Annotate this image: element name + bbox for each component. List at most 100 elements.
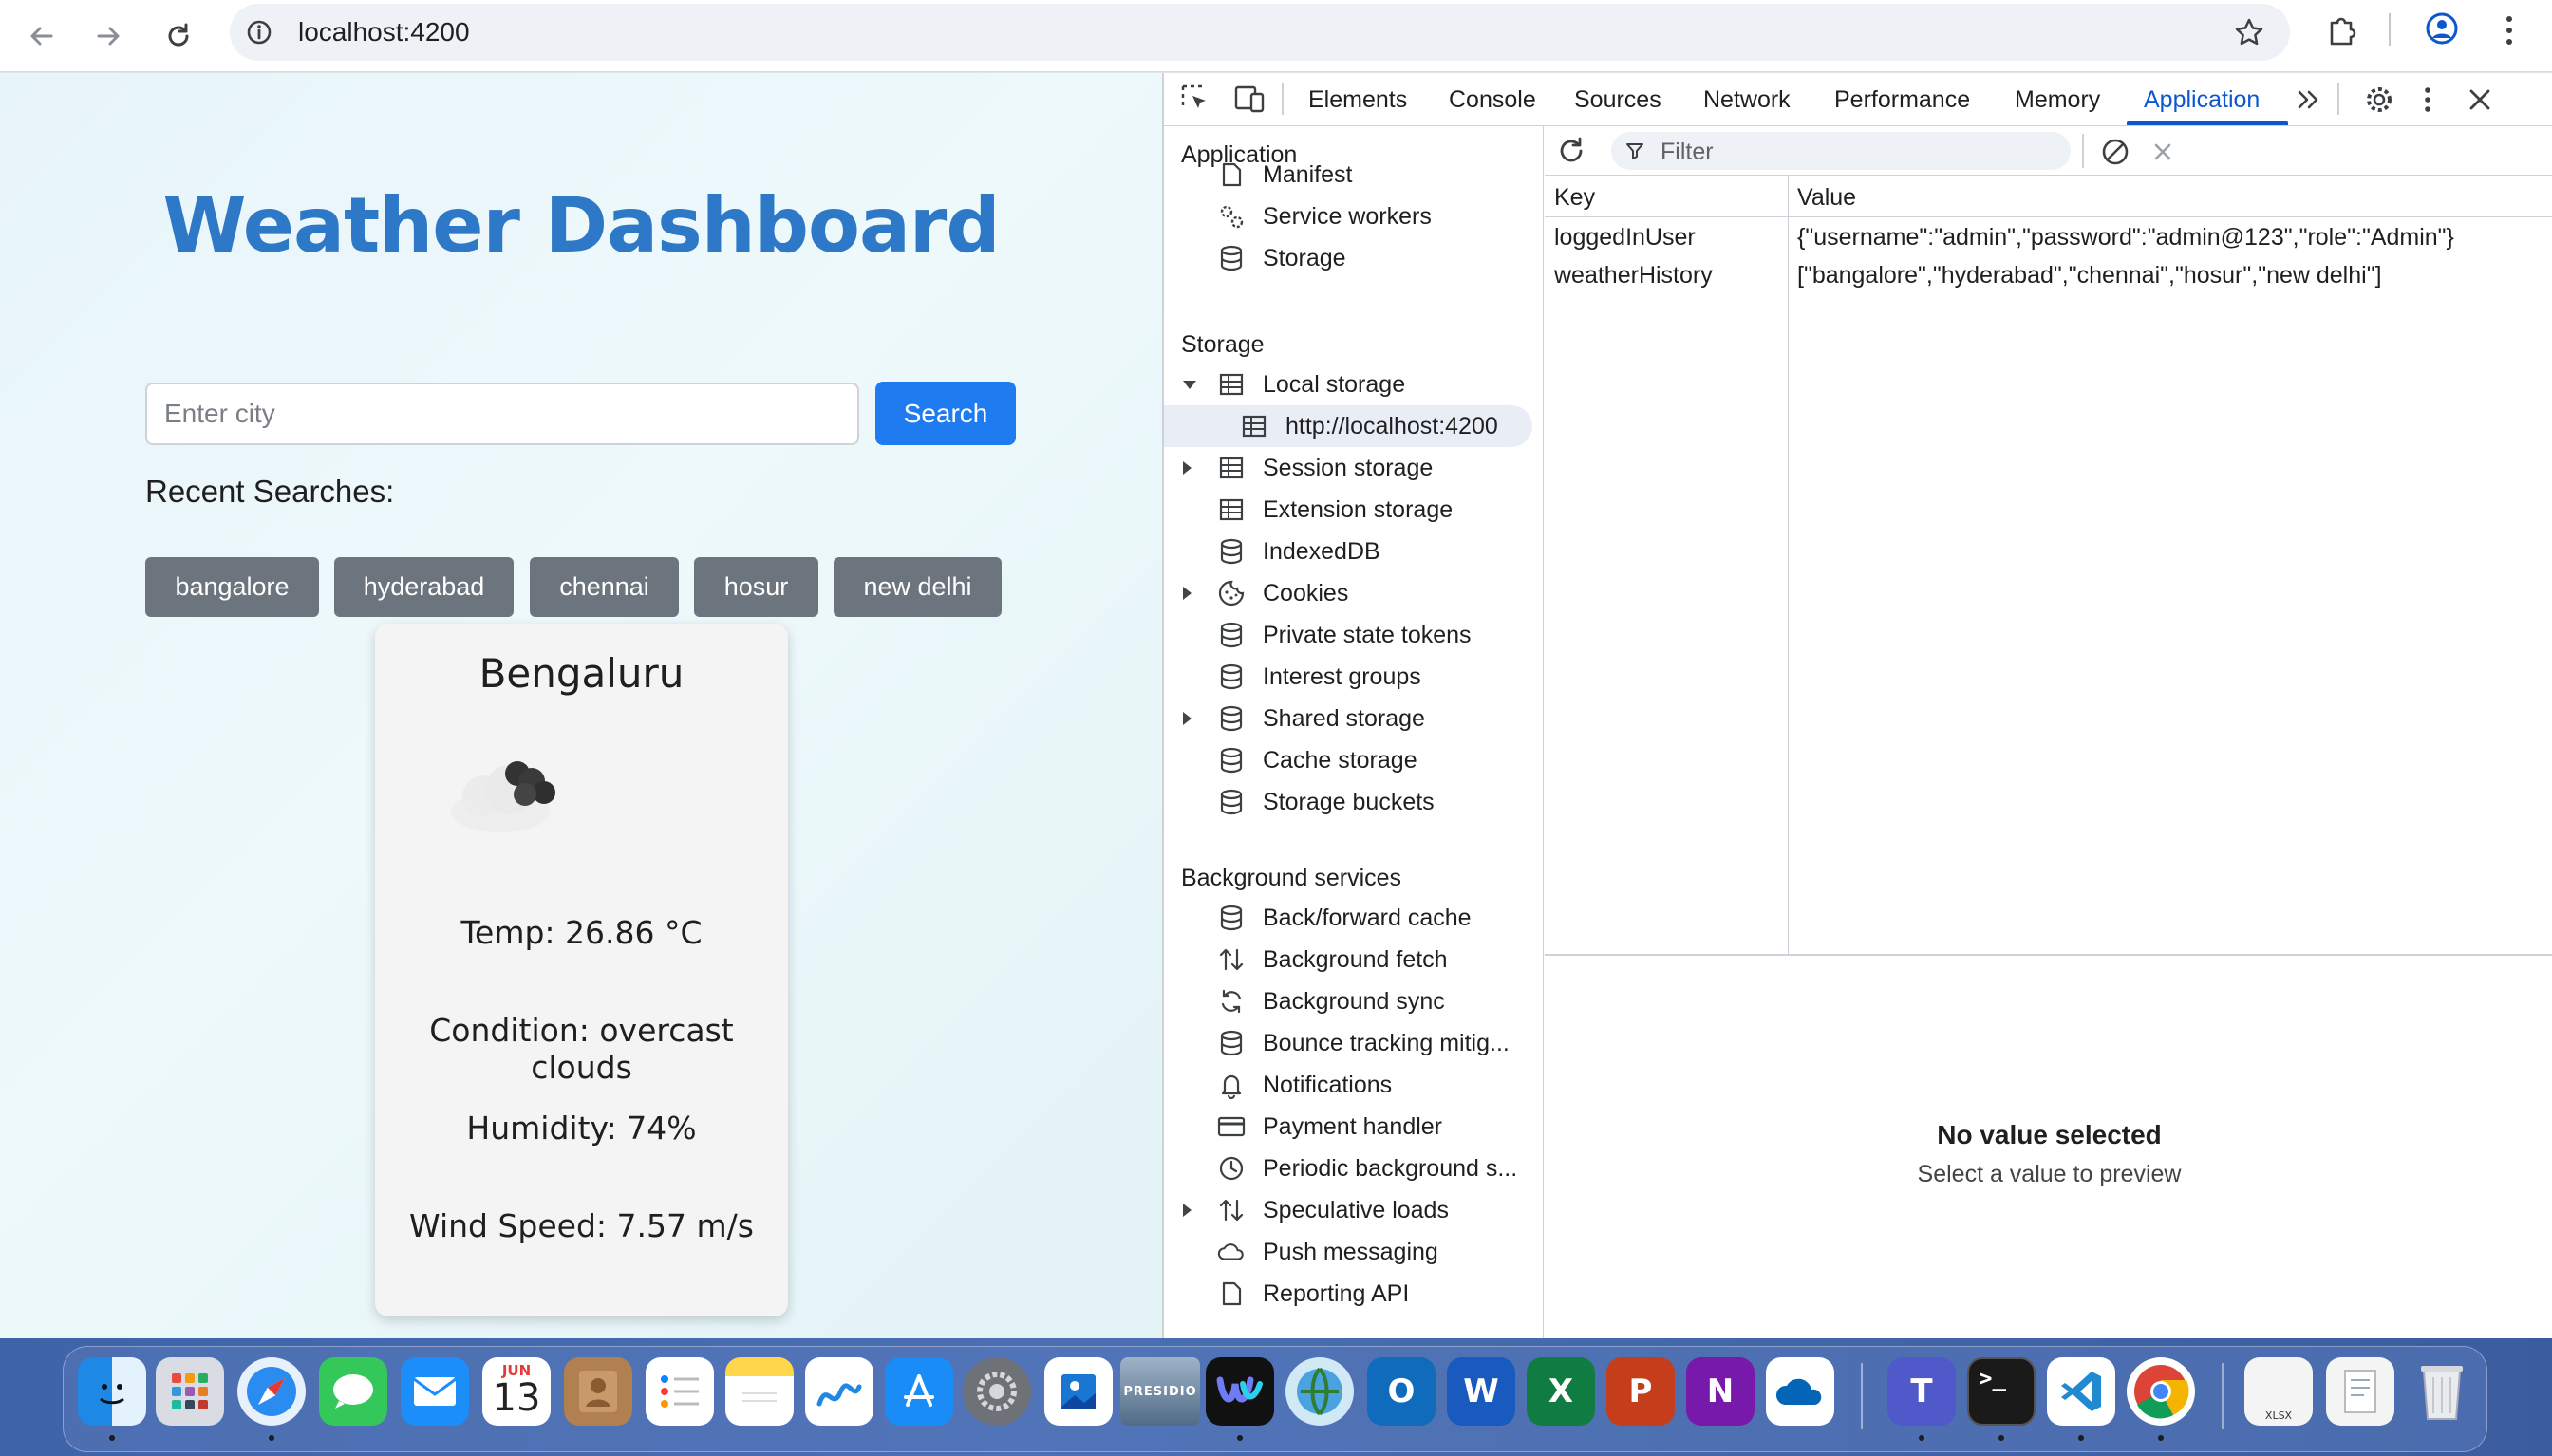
sidebar-item-shared-storage[interactable]: Shared storage [1164,698,1544,739]
table-row[interactable]: weatherHistory ["bangalore","hyderabad",… [1545,255,2552,293]
sidebar-item-background-sync[interactable]: Background sync [1164,980,1544,1022]
tab-performance[interactable]: Performance [1834,86,1970,114]
clear-all-block-icon[interactable] [2099,136,2131,168]
reload-button[interactable] [150,8,207,65]
terminal-icon[interactable]: >_ [1967,1357,2036,1426]
chrome-icon[interactable] [2127,1357,2195,1426]
webex-icon[interactable] [1206,1357,1274,1426]
tab-network[interactable]: Network [1703,86,1791,114]
expanded-arrow-icon[interactable] [1183,380,1196,389]
sidebar-item-extension-storage[interactable]: Extension storage [1164,489,1544,531]
sidebar-item-back-forward-cache[interactable]: Back/forward cache [1164,897,1544,939]
tab-console[interactable]: Console [1449,86,1536,114]
sidebar-item-storage-overview[interactable]: Storage [1164,237,1544,279]
device-toolbar-icon[interactable] [1232,83,1267,115]
filter-funnel-icon [1626,143,1643,159]
tab-divider-2 [2337,83,2339,115]
freeform-icon[interactable] [805,1357,873,1426]
recent-search-chip-new-delhi[interactable]: new delhi [834,557,1002,617]
profile-avatar-icon[interactable] [2423,9,2461,47]
inspect-element-icon[interactable] [1179,83,1211,115]
system-settings-icon[interactable] [963,1357,1031,1426]
document-stack-icon[interactable] [2326,1357,2394,1426]
messages-icon[interactable] [319,1357,387,1426]
reminders-icon[interactable] [646,1357,714,1426]
url-text: localhost:4200 [298,17,470,47]
word-icon[interactable]: W [1447,1357,1515,1426]
tab-sources[interactable]: Sources [1574,86,1661,114]
mail-icon[interactable] [401,1357,469,1426]
column-header-value[interactable]: Value [1797,184,1856,212]
collapsed-arrow-icon[interactable] [1183,1204,1192,1217]
sidebar-item-push-messaging[interactable]: Push messaging [1164,1231,1544,1273]
sidebar-item-private-state-tokens[interactable]: Private state tokens [1164,614,1544,656]
recent-search-chip-chennai[interactable]: chennai [530,557,679,617]
collapsed-arrow-icon[interactable] [1183,587,1192,600]
tab-application[interactable]: Application [2144,86,2260,114]
network-globe-icon[interactable] [1285,1357,1354,1426]
up-down-arrows-icon [1217,945,1246,974]
devtools-menu-kebab-icon[interactable] [2413,83,2442,117]
preview-app-icon[interactable] [1044,1357,1113,1426]
sidebar-item-notifications[interactable]: Notifications [1164,1064,1544,1106]
sidebar-item-background-fetch[interactable]: Background fetch [1164,939,1544,980]
sidebar-item-indexeddb[interactable]: IndexedDB [1164,531,1544,572]
launchpad-icon[interactable] [156,1357,224,1426]
sidebar-item-cookies[interactable]: Cookies [1164,572,1544,614]
forward-button[interactable] [80,8,137,65]
sidebar-item-session-storage[interactable]: Session storage [1164,447,1544,489]
finder-icon[interactable] [78,1357,146,1426]
sidebar-item-local-storage[interactable]: Local storage [1164,364,1544,405]
recent-search-chip-hosur[interactable]: hosur [694,557,818,617]
powerpoint-icon[interactable]: P [1606,1357,1675,1426]
excel-icon[interactable]: X [1527,1357,1595,1426]
refresh-icon[interactable] [1554,134,1588,168]
sidebar-item-bounce-tracking[interactable]: Bounce tracking mitig... [1164,1022,1544,1064]
bookmark-star-icon[interactable] [2233,16,2265,48]
devtools-settings-gear-icon[interactable] [2362,83,2396,117]
onedrive-icon[interactable] [1766,1357,1834,1426]
column-header-key[interactable]: Key [1554,184,1595,212]
app-store-icon[interactable] [885,1357,953,1426]
sidebar-item-payment-handler[interactable]: Payment handler [1164,1106,1544,1148]
sidebar-item-storage-buckets[interactable]: Storage buckets [1164,781,1544,823]
contacts-icon[interactable] [564,1357,632,1426]
safari-icon[interactable] [237,1357,306,1426]
sidebar-item-speculative-loads[interactable]: Speculative loads [1164,1189,1544,1231]
sidebar-item-interest-groups[interactable]: Interest groups [1164,656,1544,698]
tab-memory[interactable]: Memory [2015,86,2100,114]
table-row[interactable]: loggedInUser {"username":"admin","passwo… [1545,217,2552,255]
more-tabs-chevron-icon[interactable] [2294,86,2324,113]
xlsx-document-icon[interactable]: XLSX [2244,1357,2313,1426]
search-button[interactable]: Search [875,382,1016,445]
extensions-puzzle-icon[interactable] [2322,11,2360,49]
trash-icon[interactable] [2408,1357,2476,1426]
recent-search-chip-hyderabad[interactable]: hyderabad [334,557,514,617]
collapsed-arrow-icon[interactable] [1183,461,1192,475]
recent-search-chip-bangalore[interactable]: bangalore [145,557,319,617]
notes-icon[interactable] [725,1357,794,1426]
filter-input[interactable]: Filter [1611,132,2071,170]
sidebar-item-service-workers[interactable]: Service workers [1164,196,1544,237]
calendar-icon[interactable]: JUN 13 [482,1357,551,1426]
close-devtools-icon[interactable] [2463,83,2497,117]
outlook-icon[interactable]: O [1367,1357,1436,1426]
presidio-icon[interactable]: PRESIDIO [1120,1357,1200,1426]
sidebar-item-cache-storage[interactable]: Cache storage [1164,739,1544,781]
browser-menu-kebab-icon[interactable] [2495,11,2524,49]
site-info-icon[interactable] [245,18,273,47]
teams-icon[interactable]: T [1887,1357,1956,1426]
city-search-input[interactable] [145,383,859,445]
onenote-icon[interactable]: N [1686,1357,1754,1426]
sidebar-item-reporting-api[interactable]: Reporting API [1164,1273,1544,1315]
delete-selected-x-icon[interactable] [2149,138,2177,166]
back-button[interactable] [13,8,70,65]
tab-elements[interactable]: Elements [1308,86,1407,114]
collapsed-arrow-icon[interactable] [1183,712,1192,725]
vscode-icon[interactable] [2047,1357,2115,1426]
sidebar-item-manifest[interactable]: Manifest [1164,154,1544,196]
sidebar-item-periodic-background-sync[interactable]: Periodic background s... [1164,1148,1544,1189]
sidebar-item-localhost-origin[interactable]: http://localhost:4200 [1164,405,1532,447]
address-bar[interactable]: localhost:4200 [230,4,2290,61]
running-indicator [2158,1435,2164,1441]
